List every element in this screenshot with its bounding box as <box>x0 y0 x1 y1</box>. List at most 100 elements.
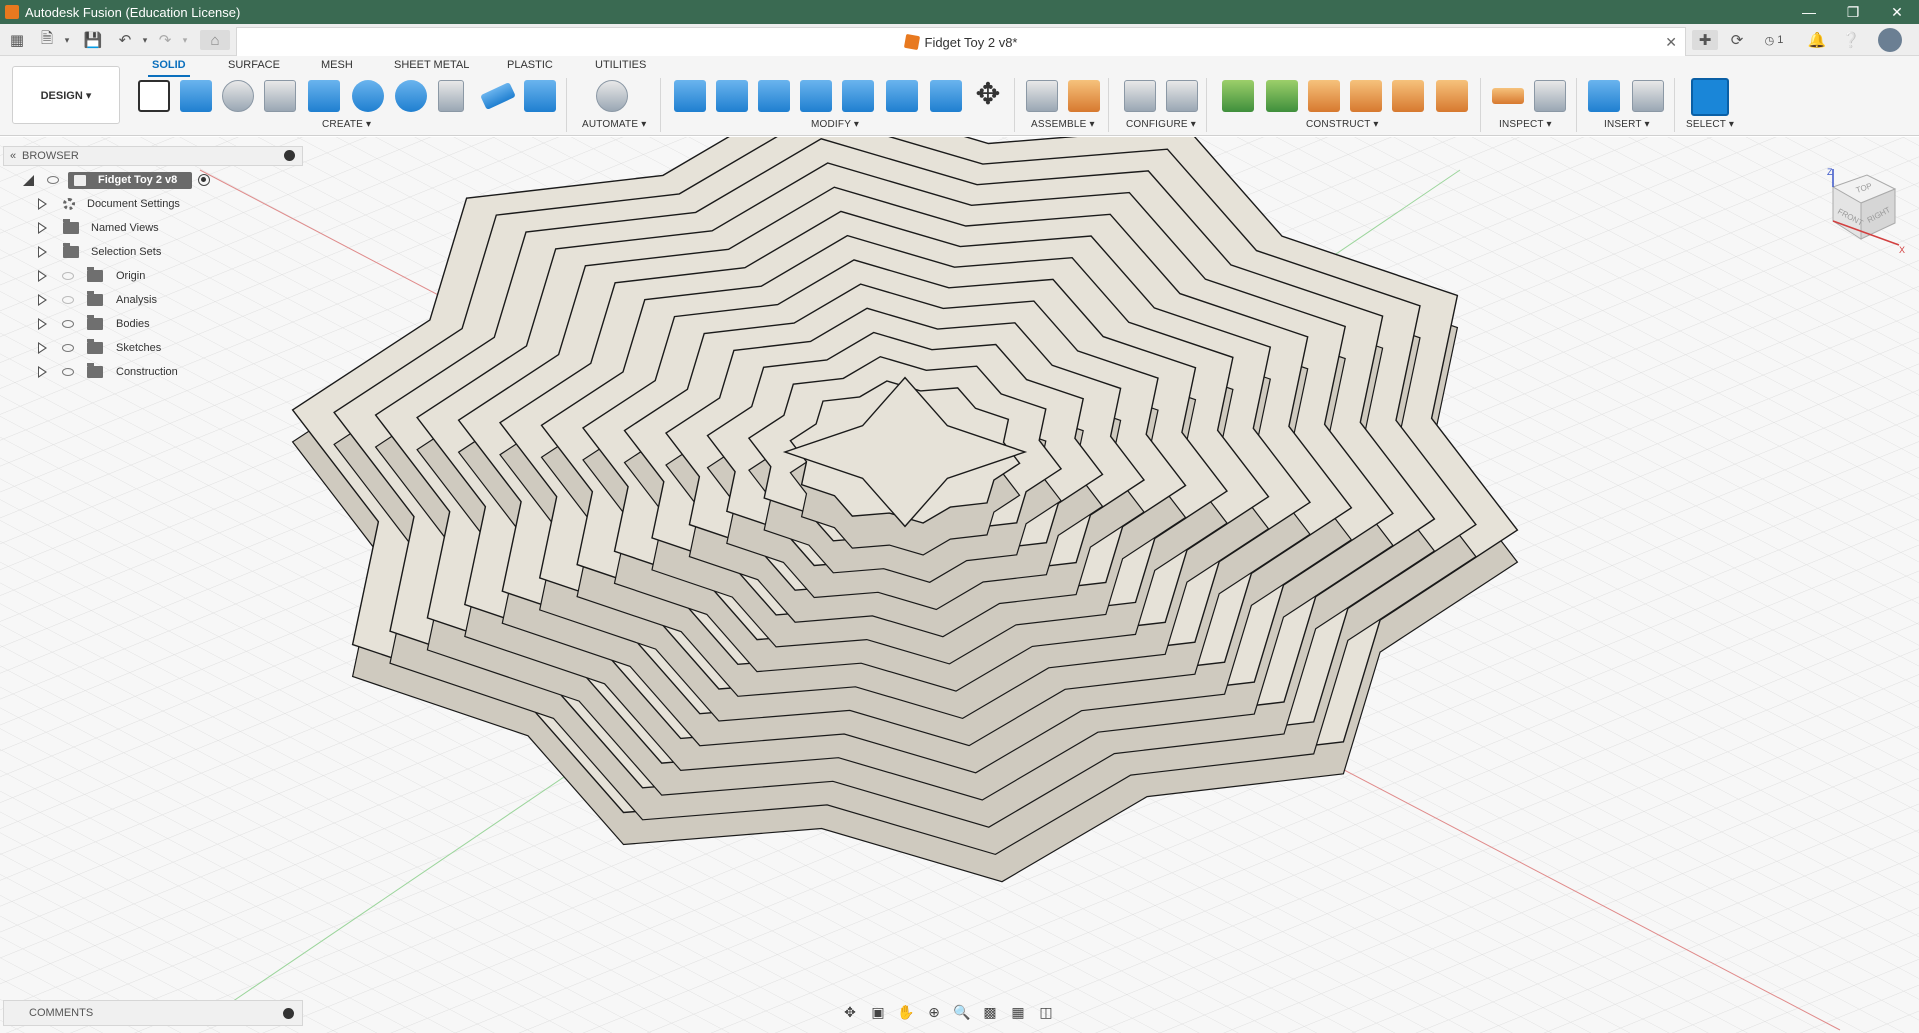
browser-root-node[interactable]: Fidget Toy 2 v8 <box>3 168 303 192</box>
tab-utilities[interactable]: UTILITIES <box>595 59 646 71</box>
expand-arrow-icon[interactable] <box>38 270 47 282</box>
midplane-icon[interactable] <box>1308 80 1340 112</box>
group-automate-label[interactable]: AUTOMATE ▾ <box>582 119 646 130</box>
undo-dropdown-icon[interactable]: ▾ <box>134 30 156 50</box>
chamfer-icon[interactable] <box>758 80 790 112</box>
press-pull-icon[interactable] <box>674 80 706 112</box>
axis-icon[interactable] <box>1350 80 1382 112</box>
extensions-icon[interactable]: ⟳ <box>1726 30 1748 50</box>
box-icon[interactable] <box>308 80 340 112</box>
group-create-label[interactable]: CREATE ▾ <box>322 119 371 130</box>
move-icon[interactable]: ✥ <box>972 80 1004 112</box>
create-sketch-icon[interactable] <box>138 80 170 112</box>
point-icon[interactable] <box>1392 80 1424 112</box>
home-icon[interactable]: ⌂ <box>200 30 230 50</box>
root-component-label[interactable]: Fidget Toy 2 v8 <box>68 171 192 189</box>
group-inspect-label[interactable]: INSPECT ▾ <box>1499 119 1552 130</box>
tab-surface[interactable]: SURFACE <box>228 59 280 71</box>
browser-item-origin[interactable]: Origin <box>3 264 303 288</box>
expand-arrow-icon[interactable] <box>38 198 47 210</box>
tab-solid[interactable]: SOLID <box>148 59 190 77</box>
browser-item-sketches[interactable]: Sketches <box>3 336 303 360</box>
file-menu-icon[interactable]: 🗎 <box>36 30 58 50</box>
select-icon[interactable] <box>1691 78 1729 116</box>
scale-icon[interactable] <box>842 80 874 112</box>
redo-dropdown-icon[interactable]: ▾ <box>174 30 196 50</box>
orbit-icon[interactable]: ✥ <box>838 1002 862 1022</box>
close-tab-icon[interactable]: ✕ <box>1665 34 1677 51</box>
tab-mesh[interactable]: MESH <box>321 59 353 71</box>
combine-icon[interactable] <box>524 80 556 112</box>
job-status[interactable]: ◷ 1 <box>1758 30 1790 50</box>
visibility-eye-icon[interactable] <box>62 272 74 280</box>
plane-at-angle-icon[interactable] <box>1266 80 1298 112</box>
browser-item-analysis[interactable]: Analysis <box>3 288 303 312</box>
automate-icon[interactable] <box>596 80 628 112</box>
visibility-eye-icon[interactable] <box>62 368 74 376</box>
insert-canvas-icon[interactable] <box>1588 80 1620 112</box>
group-modify-label[interactable]: MODIFY ▾ <box>811 119 859 130</box>
revolve-icon[interactable] <box>222 80 254 112</box>
file-dropdown-icon[interactable]: ▾ <box>56 30 78 50</box>
expand-arrow-icon[interactable] <box>38 318 47 330</box>
browser-pin-icon[interactable] <box>284 150 295 161</box>
joint-icon[interactable] <box>1026 80 1058 112</box>
zoom-icon[interactable]: ⊕ <box>922 1002 946 1022</box>
expand-arrow-icon[interactable] <box>38 294 47 306</box>
group-select-label[interactable]: SELECT ▾ <box>1686 119 1734 130</box>
offset-plane-icon[interactable] <box>1222 80 1254 112</box>
new-component-icon[interactable] <box>1068 80 1100 112</box>
restore-icon[interactable]: ❐ <box>1831 0 1875 24</box>
save-icon[interactable]: 💾 <box>82 30 104 50</box>
tab-plastic[interactable]: PLASTIC <box>507 59 553 71</box>
add-comment-icon[interactable] <box>283 1008 294 1019</box>
fillet-icon[interactable] <box>716 80 748 112</box>
browser-item-named-views[interactable]: Named Views <box>3 216 303 240</box>
activate-component-icon[interactable] <box>198 174 210 186</box>
fit-icon[interactable]: 🔍 <box>950 1002 974 1022</box>
minimize-icon[interactable]: — <box>1787 0 1831 24</box>
group-assemble-label[interactable]: ASSEMBLE ▾ <box>1031 119 1095 130</box>
sweep-icon[interactable] <box>264 80 296 112</box>
pipe-icon[interactable] <box>480 81 516 111</box>
comments-panel[interactable]: COMMENTS <box>3 1000 303 1026</box>
new-tab-icon[interactable]: ✚ <box>1692 30 1718 50</box>
browser-item-selection-sets[interactable]: Selection Sets <box>3 240 303 264</box>
visibility-eye-icon[interactable] <box>62 320 74 328</box>
group-configure-label[interactable]: CONFIGURE ▾ <box>1126 119 1196 130</box>
insert-derive-icon[interactable] <box>1632 80 1664 112</box>
visibility-eye-icon[interactable] <box>62 296 74 304</box>
workspace-switcher[interactable]: DESIGN ▾ <box>12 66 120 124</box>
pan-icon[interactable]: ✋ <box>894 1002 918 1022</box>
collapse-browser-icon[interactable]: « <box>4 150 22 162</box>
measure-icon[interactable] <box>1492 88 1524 104</box>
visibility-eye-icon[interactable] <box>62 344 74 352</box>
group-construct-label[interactable]: CONSTRUCT ▾ <box>1306 119 1379 130</box>
redo-icon[interactable]: ↷ <box>154 30 176 50</box>
cylinder-icon[interactable] <box>352 80 384 112</box>
collapse-root-icon[interactable] <box>23 174 34 186</box>
expand-arrow-icon[interactable] <box>38 366 47 378</box>
apps-grid-icon[interactable]: ▦ <box>6 30 28 50</box>
viewcube[interactable]: TOP FRONT RIGHT Z X <box>1815 163 1905 255</box>
browser-item-construction[interactable]: Construction <box>3 360 303 384</box>
sphere-icon[interactable] <box>395 80 427 112</box>
expand-arrow-icon[interactable] <box>38 222 47 234</box>
close-icon[interactable]: ✕ <box>1875 0 1919 24</box>
grid-snaps-icon[interactable]: ▦ <box>1006 1002 1030 1022</box>
expand-arrow-icon[interactable] <box>38 342 47 354</box>
document-tab[interactable]: Fidget Toy 2 v8* ✕ <box>236 27 1686 56</box>
configuration-table-icon[interactable] <box>1166 80 1198 112</box>
notification-bell-icon[interactable]: 🔔 <box>1806 30 1828 50</box>
browser-item-bodies[interactable]: Bodies <box>3 312 303 336</box>
help-icon[interactable]: ❔ <box>1840 30 1862 50</box>
visibility-eye-icon[interactable] <box>47 176 59 184</box>
shell-icon[interactable] <box>800 80 832 112</box>
browser-item-document-settings[interactable]: Document Settings <box>3 192 303 216</box>
split-body-icon[interactable] <box>886 80 918 112</box>
browser-header[interactable]: « BROWSER <box>3 146 303 166</box>
expand-arrow-icon[interactable] <box>38 246 47 258</box>
viewports-icon[interactable]: ◫ <box>1034 1002 1058 1022</box>
configure-icon[interactable] <box>1124 80 1156 112</box>
look-at-icon[interactable]: ▣ <box>866 1002 890 1022</box>
